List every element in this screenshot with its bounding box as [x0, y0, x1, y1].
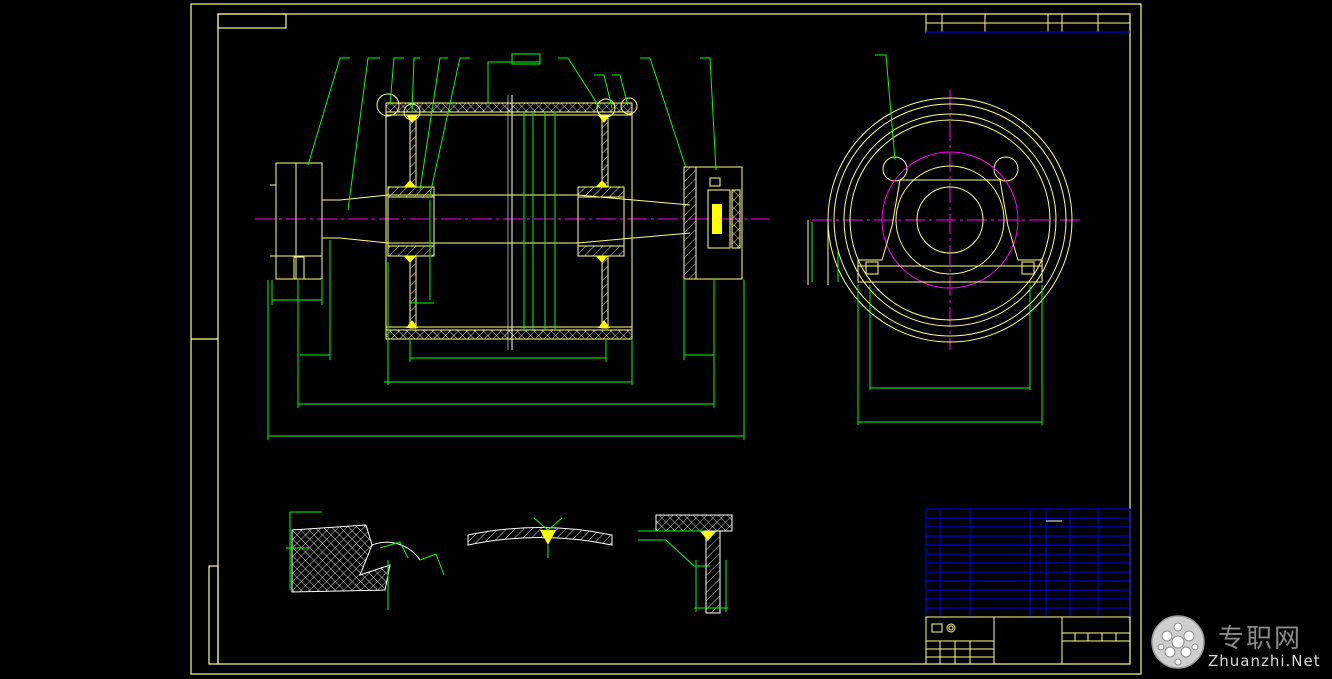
parts-list-table: [925, 508, 1131, 618]
hubs: [387, 186, 625, 257]
top-right-title-strip: [925, 13, 1131, 33]
honeycomb-ball-icon: [1151, 615, 1205, 669]
detail-fillet-weld-right: [638, 514, 733, 614]
side-end-view: [807, 54, 1082, 425]
title-block: [925, 616, 1131, 665]
detail-weld-groove-left: [286, 511, 445, 610]
front-section-view: [255, 53, 770, 440]
weld-fillet-symbol: [404, 115, 610, 328]
detail-weld-groove-middle: [467, 517, 613, 558]
left-bearing-housing: [270, 162, 323, 280]
drum-shell-bottom: [385, 329, 633, 340]
watermark-chinese-text: 专职网: [1218, 624, 1303, 654]
right-bearing-seat: [683, 166, 743, 280]
drum-shell-top: [385, 102, 633, 113]
cad-drawing-canvas: [190, 3, 1142, 675]
watermark: 专职网 Zhuanzhi.Net: [1148, 612, 1328, 674]
watermark-english-text: Zhuanzhi.Net: [1208, 652, 1321, 670]
dimension-lines: [267, 240, 745, 440]
